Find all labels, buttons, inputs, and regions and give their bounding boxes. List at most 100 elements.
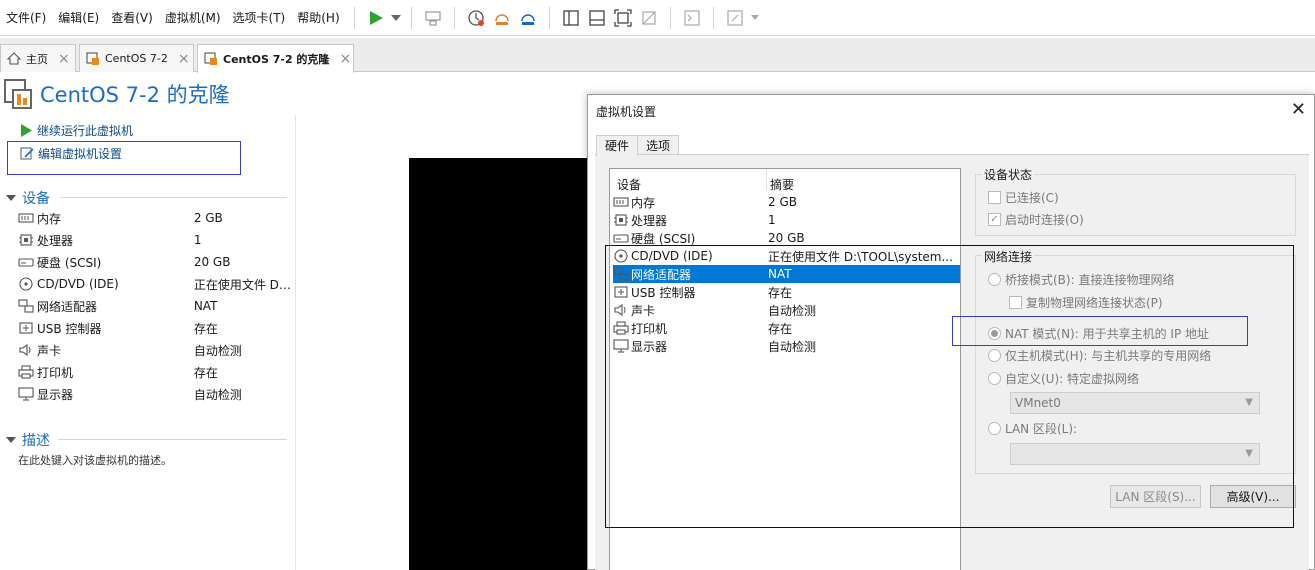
device-name: 显示器 xyxy=(37,387,74,402)
send-keys-icon[interactable] xyxy=(420,5,446,31)
printer-icon xyxy=(18,365,34,379)
device-status-label: 设备状态 xyxy=(982,166,1035,183)
sound-icon xyxy=(18,343,34,357)
device-value: 自动检测 xyxy=(193,387,242,402)
collapse-triangle-icon xyxy=(6,437,16,443)
close-icon[interactable]: × xyxy=(339,51,351,67)
device-value: NAT xyxy=(193,299,218,313)
devices-section-header[interactable]: 设备 xyxy=(6,188,50,208)
device-row[interactable]: 显示器 自动检测 xyxy=(18,383,293,405)
device-summary: 2 GB xyxy=(768,195,797,209)
display-icon xyxy=(18,387,34,401)
device-row[interactable]: 处理器 1 xyxy=(18,229,293,251)
console-view-icon[interactable] xyxy=(584,5,610,31)
device-name: USB 控制器 xyxy=(37,321,102,336)
collapse-triangle-icon xyxy=(6,195,16,201)
device-list-row[interactable]: 内存 2 GB xyxy=(613,193,960,211)
library-panel-icon[interactable] xyxy=(558,5,584,31)
connected-checkbox[interactable]: 已连接(C) xyxy=(988,189,1059,206)
play-icon[interactable] xyxy=(363,5,389,31)
devices-section-title: 设备 xyxy=(22,191,50,207)
device-row[interactable]: 硬盘 (SCSI) 20 GB xyxy=(18,251,293,273)
device-value: 存在 xyxy=(193,321,218,336)
checkbox-box xyxy=(988,191,1001,204)
close-icon[interactable]: × xyxy=(58,51,70,67)
checkmark-icon: ✓ xyxy=(988,213,1001,226)
power-on-label: 继续运行此虚拟机 xyxy=(37,124,134,138)
connected-label: 已连接(C) xyxy=(1005,191,1059,205)
device-row[interactable]: 网络适配器 NAT xyxy=(18,295,293,317)
harddisk-icon xyxy=(613,231,629,245)
connect-on-power-checkbox[interactable]: ✓ 启动时连接(O) xyxy=(988,211,1084,228)
description-section-title: 描述 xyxy=(22,433,50,449)
column-divider xyxy=(766,169,767,191)
device-name: 处理器 xyxy=(37,233,74,248)
toolbar-divider xyxy=(353,6,355,29)
toolbar-divider xyxy=(669,6,671,29)
device-row[interactable]: 内存 2 GB xyxy=(18,207,293,229)
cpu-icon xyxy=(18,233,34,247)
menu-vm[interactable]: 虚拟机(M) xyxy=(159,0,227,36)
terminal-icon[interactable] xyxy=(679,5,705,31)
menu-file[interactable]: 文件(F) xyxy=(0,0,52,36)
menu-view[interactable]: 查看(V) xyxy=(105,0,159,36)
section-divider xyxy=(58,439,287,440)
device-name: 内存 xyxy=(37,211,62,226)
device-row[interactable]: USB 控制器 存在 xyxy=(18,317,293,339)
dialog-title: 虚拟机设置 xyxy=(596,105,657,119)
tab-options[interactable]: 选项 xyxy=(637,135,680,155)
device-row[interactable]: 打印机 存在 xyxy=(18,361,293,383)
column-header-device[interactable]: 设备 xyxy=(617,176,641,193)
device-name: 处理器 xyxy=(631,213,668,228)
fullscreen-icon[interactable] xyxy=(610,5,636,31)
vm-icon xyxy=(204,52,218,66)
dropdown-arrow-icon[interactable] xyxy=(389,5,403,31)
toolbar-divider xyxy=(410,6,412,29)
device-row[interactable]: CD/DVD (IDE) 正在使用文件 D:... xyxy=(18,273,293,295)
close-icon[interactable]: × xyxy=(178,51,190,67)
menu-edit[interactable]: 编辑(E) xyxy=(52,0,105,36)
column-header-summary[interactable]: 摘要 xyxy=(770,176,794,193)
revert-snapshot-icon[interactable] xyxy=(489,5,515,31)
snapshot-manager-icon[interactable] xyxy=(515,5,541,31)
toolbar-divider xyxy=(548,6,550,29)
snapshot-icon[interactable] xyxy=(463,5,489,31)
tab-centos-clone[interactable]: CentOS 7-2 的克隆 × xyxy=(197,44,354,73)
memory-icon xyxy=(18,211,34,225)
device-value: 存在 xyxy=(193,365,218,380)
tab-hardware[interactable]: 硬件 xyxy=(596,135,639,156)
device-value: 正在使用文件 D:... xyxy=(193,277,293,292)
device-name: 打印机 xyxy=(37,365,74,380)
highlight-box xyxy=(605,245,1294,528)
close-icon[interactable]: ✕ xyxy=(1291,99,1306,120)
dropdown-arrow-icon[interactable] xyxy=(748,5,762,31)
tab-label: CentOS 7-2 的克隆 xyxy=(223,53,330,66)
device-list-row[interactable]: 处理器 1 xyxy=(613,211,960,229)
vm-console-preview[interactable] xyxy=(409,158,594,570)
tab-home[interactable]: 主页 × xyxy=(0,44,76,72)
device-name: 硬盘 (SCSI) xyxy=(631,231,696,246)
menu-tabs[interactable]: 选项卡(T) xyxy=(227,0,292,36)
harddisk-icon xyxy=(18,255,34,269)
section-divider xyxy=(60,197,287,198)
menu-toolbar: 文件(F) 编辑(E) 查看(V) 虚拟机(M) 选项卡(T) 帮助(H) xyxy=(0,0,1315,36)
stretch-icon[interactable] xyxy=(722,5,748,31)
panel-splitter[interactable] xyxy=(295,115,296,570)
description-placeholder[interactable]: 在此处键入对该虚拟机的描述。 xyxy=(18,452,172,468)
device-value: 2 GB xyxy=(193,211,223,225)
device-name: CD/DVD (IDE) xyxy=(37,277,119,291)
device-value: 自动检测 xyxy=(193,343,242,358)
device-name: 声卡 xyxy=(37,343,62,358)
play-icon xyxy=(20,124,33,137)
device-summary: 20 GB xyxy=(768,231,805,245)
power-on-link[interactable]: 继续运行此虚拟机 xyxy=(20,122,133,139)
vm-header: CentOS 7-2 的克隆 xyxy=(0,74,230,114)
tab-centos[interactable]: CentOS 7-2 × xyxy=(79,44,194,72)
device-row[interactable]: 声卡 自动检测 xyxy=(18,339,293,361)
unity-icon[interactable] xyxy=(636,5,662,31)
page-title: CentOS 7-2 的克隆 xyxy=(40,83,230,107)
device-name: 网络适配器 xyxy=(37,299,98,314)
description-section-header[interactable]: 描述 xyxy=(6,430,50,450)
highlight-box xyxy=(952,316,1248,346)
menu-help[interactable]: 帮助(H) xyxy=(291,0,345,36)
